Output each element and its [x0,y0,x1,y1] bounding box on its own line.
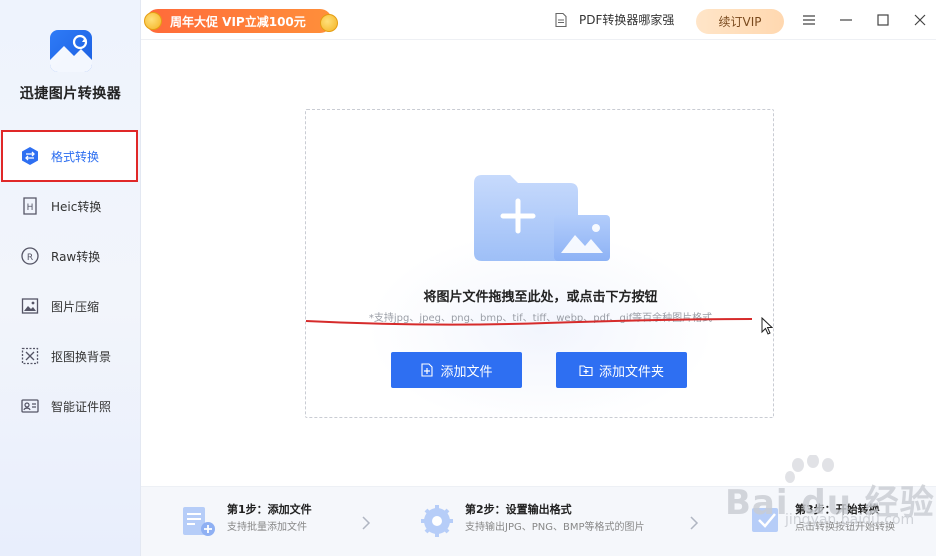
sidebar-item-raw[interactable]: R Raw转换 [0,231,141,281]
pdf-link-label: PDF转换器哪家强 [579,13,675,27]
document-icon [553,12,569,28]
renew-vip-button[interactable]: 续订VIP [696,9,784,34]
sidebar-item-cutout[interactable]: 抠图换背景 [0,331,141,381]
add-file-step-icon [183,507,215,536]
mouse-cursor-icon [761,317,774,335]
sidebar-item-id-photo[interactable]: 智能证件照 [0,381,141,431]
folder-add-icon [474,175,610,261]
sidebar-item-label: Heic转换 [51,199,102,214]
sidebar-item-label: Raw转换 [51,249,101,264]
id-photo-icon [20,396,40,416]
step-title: 第1步：添加文件 [227,503,312,516]
step-desc: 支持批量添加文件 [227,522,307,533]
sidebar-item-heic[interactable]: H Heic转换 [0,181,141,231]
raw-circle-icon: R [20,246,40,266]
sidebar-item-compress[interactable]: 图片压缩 [0,281,141,331]
sidebar-item-format-convert[interactable]: 格式转换 [1,130,138,182]
add-file-label: 添加文件 [440,364,493,380]
swap-arrows-icon [20,146,40,166]
chevron-right-icon [690,516,699,530]
sidebar-item-label: 图片压缩 [51,299,100,314]
red-underline-annotation [306,318,753,326]
chevron-right-icon [362,516,371,530]
drop-zone-title: 将图片文件拖拽至此处，或点击下方按钮 [423,290,658,305]
image-compress-icon [20,296,40,316]
add-file-button[interactable]: 添加文件 [391,352,522,388]
svg-text:R: R [27,253,33,263]
promo-text: 周年大促 VIP立减100元 [170,14,306,29]
promo-banner[interactable]: 周年大促 VIP立减100元 [144,9,338,33]
menu-icon[interactable] [799,10,819,30]
step-desc: 支持输出JPG、PNG、BMP等格式的图片 [465,522,645,533]
sidebar-item-label: 格式转换 [51,149,100,164]
coin-icon [144,12,162,30]
heic-file-icon: H [20,196,40,216]
add-folder-label: 添加文件夹 [598,364,664,380]
add-folder-button[interactable]: 添加文件夹 [556,352,687,388]
sidebar-item-label: 智能证件照 [51,399,112,414]
step-title: 第2步：设置输出格式 [465,503,572,516]
settings-gear-icon [421,505,453,537]
close-icon[interactable] [910,10,930,30]
cutout-icon [20,346,40,366]
file-plus-icon [421,363,434,377]
app-name: 迅捷图片转换器 [19,86,122,102]
step-1: 第1步：添加文件 支持批量添加文件 [181,503,312,539]
pdf-converter-link[interactable]: PDF转换器哪家强 [553,11,674,28]
maximize-icon[interactable] [873,10,893,30]
minimize-icon[interactable] [836,10,856,30]
svg-text:H: H [27,203,34,213]
folder-plus-icon [579,365,593,377]
sidebar: 迅捷图片转换器 格式转换 H Heic转换 R Raw转换 图片压缩 抠图换背景 [0,0,141,556]
coin-icon [320,14,338,32]
top-bar: 周年大促 VIP立减100元 PDF转换器哪家强 续订VIP [141,0,936,40]
sidebar-item-label: 抠图换背景 [51,349,112,364]
step-2: 第2步：设置输出格式 支持输出JPG、PNG、BMP等格式的图片 [419,503,645,539]
main-area: 将图片文件拖拽至此处，或点击下方按钮 *支持jpg、jpeg、png、bmp、t… [141,41,936,486]
watermark-url: jingyan.baidu.com [785,512,915,528]
app-logo [50,30,92,72]
drop-zone[interactable]: 将图片文件拖拽至此处，或点击下方按钮 *支持jpg、jpeg、png、bmp、t… [305,109,774,418]
